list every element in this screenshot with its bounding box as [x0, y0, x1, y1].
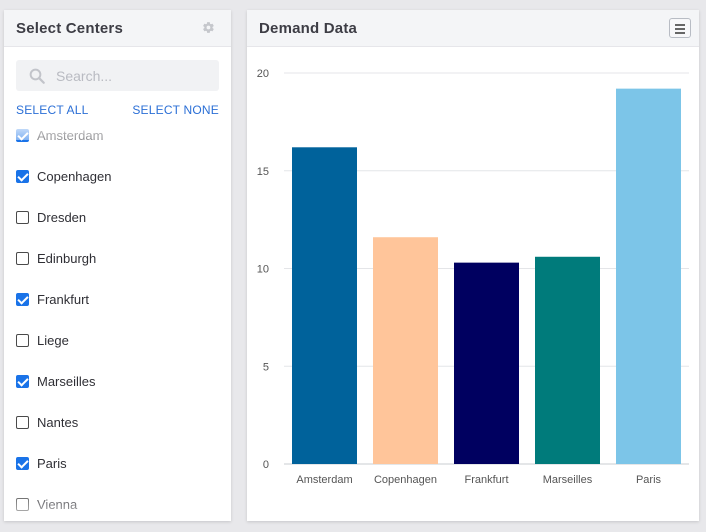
y-tick-label: 10 [257, 264, 269, 276]
x-tick-label: Copenhagen [374, 474, 437, 486]
y-tick-label: 0 [263, 459, 269, 471]
list-item-marseilles[interactable]: Marseilles [16, 370, 216, 392]
panel-title: Select Centers [16, 20, 124, 37]
list-item-label: Paris [37, 455, 67, 471]
list-item-amsterdam[interactable]: Amsterdam [16, 124, 216, 146]
demand-bar-chart: 0 5 10 15 20 Amsterdam Copenhagen Frankfurt Mars… [257, 68, 689, 486]
list-item-label: Copenhagen [37, 168, 112, 184]
search-input[interactable] [56, 60, 214, 91]
list-item-label: Nantes [37, 414, 79, 430]
hamburger-menu-icon[interactable] [669, 18, 691, 38]
checkbox-unchecked[interactable] [16, 497, 29, 511]
list-item-edinburgh[interactable]: Edinburgh [16, 247, 216, 269]
list-item-copenhagen[interactable]: Copenhagen [16, 165, 216, 187]
bar-marseilles[interactable] [535, 256, 600, 464]
x-tick-label: Paris [636, 474, 662, 486]
x-tick-label: Marseilles [543, 474, 593, 486]
y-tick-label: 15 [257, 166, 269, 178]
list-item-label: Dresden [37, 209, 87, 225]
list-item-liege[interactable]: Liege [16, 329, 216, 351]
demand-data-panel: Demand Data 0 5 10 15 20 Amsterdam Copenhagen F… [247, 10, 699, 521]
panel-title: Demand Data [259, 20, 358, 37]
y-tick-label: 5 [263, 361, 269, 373]
bar-frankfurt[interactable] [454, 262, 519, 464]
checkbox-unchecked[interactable] [16, 333, 29, 347]
list-item-paris[interactable]: Paris [16, 452, 216, 474]
checkbox-checked[interactable] [16, 374, 29, 388]
x-tick-label: Amsterdam [296, 474, 352, 486]
checkbox-checked[interactable] [16, 456, 29, 470]
search-box [16, 60, 219, 91]
list-item-label: Edinburgh [37, 250, 97, 266]
checkbox-unchecked[interactable] [16, 210, 29, 224]
bar-amsterdam[interactable] [292, 147, 357, 464]
list-item-label: Frankfurt [37, 291, 90, 307]
checkbox-checked[interactable] [16, 128, 29, 142]
select-centers-panel: Select Centers SELECT ALL SELECT NONE Am… [4, 10, 231, 521]
x-tick-label: Frankfurt [464, 474, 508, 486]
list-item-frankfurt[interactable]: Frankfurt [16, 288, 216, 310]
demand-data-header: Demand Data [247, 10, 699, 47]
list-item-label: Liege [37, 332, 69, 348]
select-centers-header: Select Centers [4, 10, 231, 47]
list-item-dresden[interactable]: Dresden [16, 206, 216, 228]
y-tick-label: 20 [257, 68, 269, 80]
gear-icon[interactable] [202, 21, 215, 34]
select-none-link[interactable]: SELECT NONE [132, 103, 219, 117]
bar-copenhagen[interactable] [373, 237, 438, 464]
checkbox-unchecked[interactable] [16, 251, 29, 265]
checkbox-checked[interactable] [16, 169, 29, 183]
list-item-label: Marseilles [37, 373, 96, 389]
search-icon [29, 68, 45, 84]
list-item-nantes[interactable]: Nantes [16, 411, 216, 433]
list-item-label: Vienna [37, 496, 78, 512]
list-item-vienna[interactable]: Vienna [16, 493, 216, 515]
select-all-link[interactable]: SELECT ALL [16, 103, 89, 117]
checkbox-checked[interactable] [16, 292, 29, 306]
checkbox-unchecked[interactable] [16, 415, 29, 429]
list-item-label: Amsterdam [37, 127, 104, 143]
bar-paris[interactable] [616, 88, 681, 464]
